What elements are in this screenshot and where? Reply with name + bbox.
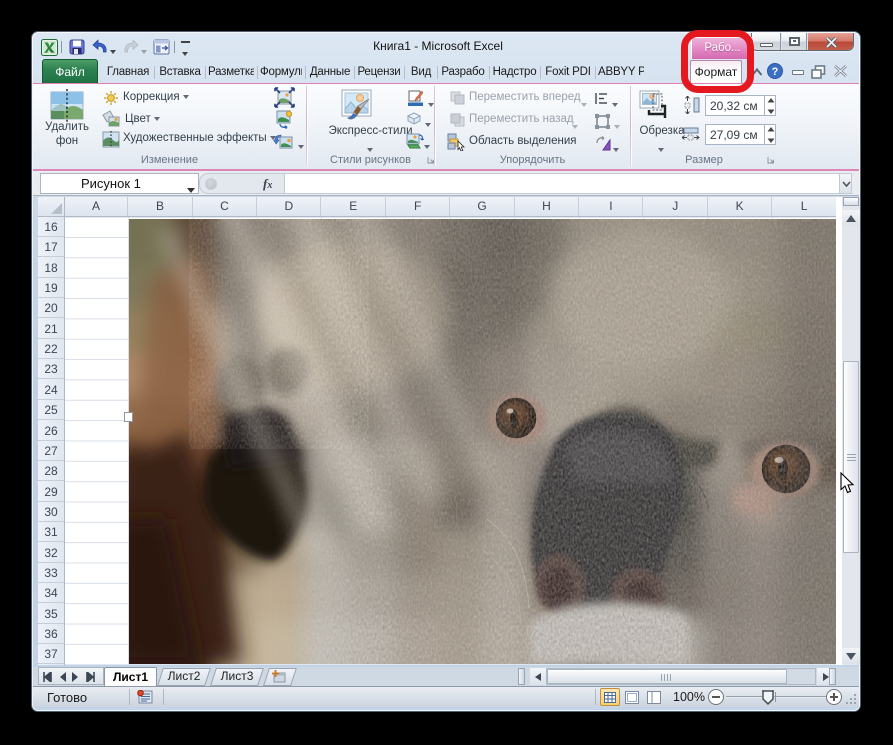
svg-text:?: ? xyxy=(772,66,779,78)
